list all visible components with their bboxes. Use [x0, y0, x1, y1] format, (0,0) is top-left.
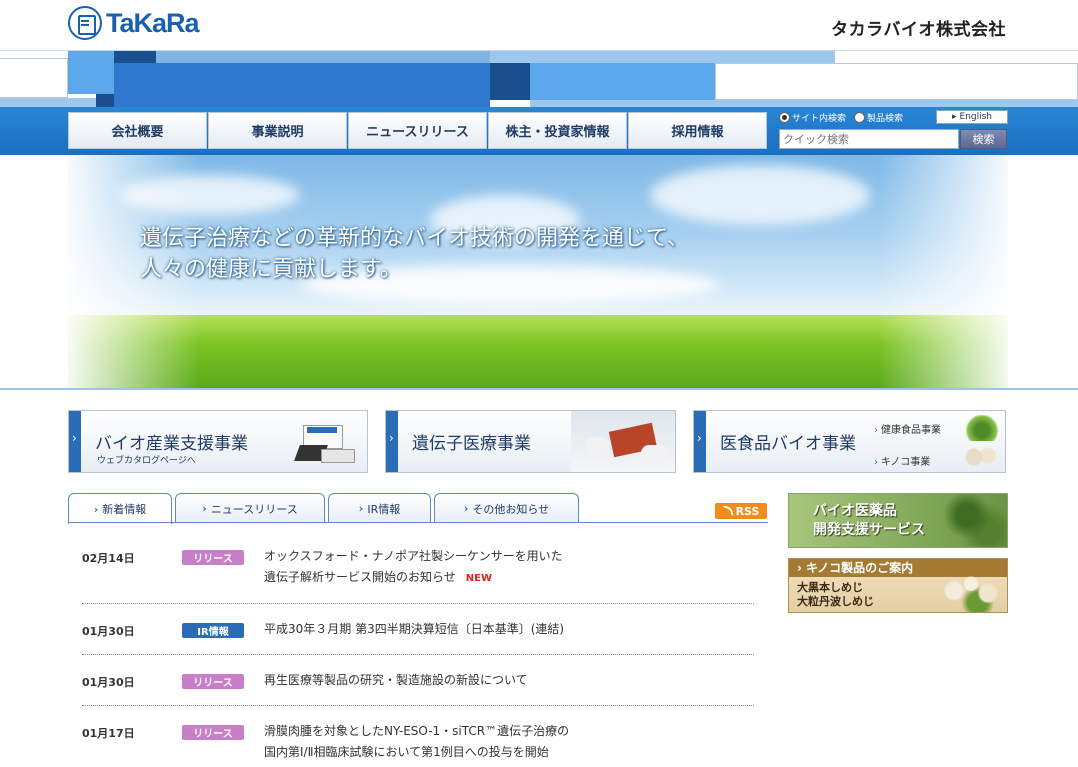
hero-line-2: 人々の健康に貢献します。 — [140, 257, 402, 282]
bio-industry-banner[interactable]: バイオ産業支援事業 ウェブカタログページへ — [68, 410, 368, 473]
mushroom-products-banner[interactable]: › キノコ製品のご案内 大黒本しめじ 大粒丹波しめじ — [788, 558, 1008, 613]
product-search-label: 製品検索 — [867, 113, 904, 124]
biopharma-service-banner[interactable]: バイオ医薬品 開発支援サービス — [788, 493, 1008, 548]
news-badge: リリース — [182, 674, 244, 689]
list-item[interactable]: 01月17日 リリース 滑膜肉腫を対象としたNY-ESO-1・siTCR™遺伝子… — [82, 706, 754, 762]
english-link[interactable]: ▸ English — [936, 110, 1008, 124]
banner-title: 遺伝子医療事業 — [412, 434, 531, 454]
hero-grass — [68, 315, 1008, 388]
tab-other[interactable]: その他お知らせ — [434, 493, 579, 523]
news-date: 01月17日 — [82, 727, 135, 740]
tab-news-release[interactable]: ニュースリリース — [175, 493, 325, 523]
nav-company-overview[interactable]: 会社概要 — [68, 112, 207, 149]
mushroom-line-1: 大黒本しめじ — [797, 581, 863, 594]
chevron-right-icon: › — [797, 561, 802, 575]
takara-seal-icon — [68, 6, 102, 40]
news-date: 01月30日 — [82, 625, 135, 638]
company-name: タカラバイオ株式会社 — [831, 20, 1006, 40]
news-tabs: 新着情報 ニュースリリース IR情報 その他お知らせ — [68, 493, 582, 524]
tab-divider — [68, 522, 768, 523]
news-title[interactable]: オックスフォード・ナノポア社製シーケンサーを用いた 遺伝子解析サービス開始のお知… — [264, 546, 563, 589]
news-badge: リリース — [182, 725, 244, 740]
header-mosaic — [0, 50, 1078, 108]
news-title-line-1: 滑膜肉腫を対象としたNY-ESO-1・siTCR™遺伝子治療の — [264, 724, 570, 738]
header: TaKaRa タカラバイオ株式会社 — [0, 0, 1078, 50]
news-title-line-1: 再生医療等製品の研究・製造施設の新設について — [264, 673, 528, 687]
news-title-line-1: オックスフォード・ナノポア社製シーケンサーを用いた — [264, 549, 563, 563]
news-title[interactable]: 滑膜肉腫を対象としたNY-ESO-1・siTCR™遺伝子治療の 国内第Ⅰ/Ⅱ相臨… — [264, 721, 569, 763]
biopharma-banner-text: バイオ医薬品 開発支援サービス — [813, 502, 925, 540]
rss-button[interactable]: RSS — [715, 503, 767, 519]
list-item[interactable]: 01月30日 IR情報 平成30年３月期 第3四半期決算短信〔日本基準〕(連結) — [82, 604, 754, 655]
global-nav-bar: 会社概要 事業説明 ニュースリリース 株主・投資家情報 採用情報 サイト内検索 … — [0, 107, 1078, 155]
quick-search: サイト内検索 製品検索 ▸English 検索 — [779, 109, 1008, 149]
mushroom-image — [937, 565, 1005, 612]
banner-title: 医食品バイオ事業 — [720, 434, 856, 454]
mushroom-line-2: 大粒丹波しめじ — [797, 595, 874, 608]
arrow-right-icon: ▸ — [951, 112, 957, 122]
hero-message: 遺伝子治療などの革新的なバイオ技術の開発を通じて、 人々の健康に貢献します。 — [140, 223, 689, 285]
news-title[interactable]: 平成30年３月期 第3四半期決算短信〔日本基準〕(連結) — [264, 619, 564, 640]
tab-latest[interactable]: 新着情報 — [68, 493, 172, 524]
site-search-label: サイト内検索 — [792, 113, 847, 124]
new-badge: NEW — [465, 573, 492, 584]
logo-text: TaKaRa — [106, 7, 200, 38]
food-bio-banner[interactable]: 医食品バイオ事業 健康食品事業 キノコ事業 — [693, 410, 1006, 473]
banner-title: バイオ産業支援事業 — [95, 434, 248, 454]
banner-subtitle: ウェブカタログページへ — [97, 456, 196, 466]
search-button[interactable]: 検索 — [960, 129, 1007, 149]
nav-news-release[interactable]: ニュースリリース — [348, 112, 487, 149]
news-title[interactable]: 再生医療等製品の研究・製造施設の新設について — [264, 670, 528, 691]
mushroom-link[interactable]: キノコ事業 — [874, 453, 930, 468]
takara-logo[interactable]: TaKaRa — [68, 6, 200, 40]
news-badge: リリース — [182, 550, 244, 565]
biopharma-line-2: 開発支援サービス — [813, 522, 925, 538]
plant-image — [939, 494, 1007, 547]
nav-recruit[interactable]: 採用情報 — [628, 112, 767, 149]
news-title-line-1: 平成30年３月期 第3四半期決算短信〔日本基準〕(連結) — [264, 622, 565, 636]
product-search-radio[interactable] — [854, 111, 866, 123]
mushroom-banner-title: キノコ製品のご案内 — [805, 561, 914, 575]
gene-medicine-banner[interactable]: 遺伝子医療事業 — [385, 410, 676, 473]
global-nav: 会社概要 事業説明 ニュースリリース 株主・投資家情報 採用情報 — [68, 112, 768, 149]
sequencer-device-image — [294, 419, 357, 465]
news-date: 01月30日 — [82, 676, 135, 689]
news-title-line-2: 国内第Ⅰ/Ⅱ相臨床試験において第1例目への投与を開始 — [264, 745, 549, 759]
mushroom-image — [962, 445, 1002, 469]
site-search-radio[interactable] — [779, 111, 790, 123]
list-item[interactable]: 02月14日 リリース オックスフォード・ナノポア社製シーケンサーを用いた 遺伝… — [82, 540, 754, 604]
tab-ir[interactable]: IR情報 — [328, 493, 431, 523]
mushroom-banner-body: 大黒本しめじ 大粒丹波しめじ — [797, 581, 874, 609]
nav-business[interactable]: 事業説明 — [208, 112, 347, 149]
biopharma-line-1: バイオ医薬品 — [813, 503, 897, 519]
search-input[interactable] — [779, 129, 959, 149]
lab-work-image — [571, 411, 675, 472]
rss-label: RSS — [735, 504, 760, 518]
news-list: 02月14日 リリース オックスフォード・ナノポア社製シーケンサーを用いた 遺伝… — [82, 540, 754, 762]
news-title-line-2: 遺伝子解析サービス開始のお知らせ — [264, 570, 456, 584]
hero-visual: 遺伝子治療などの革新的なバイオ技術の開発を通じて、 人々の健康に貢献します。 — [0, 155, 1078, 390]
chevron-right-icon — [69, 411, 81, 472]
english-label: English — [959, 112, 993, 122]
news-badge: IR情報 — [182, 623, 244, 638]
nav-investor[interactable]: 株主・投資家情報 — [488, 112, 627, 149]
herb-image — [964, 415, 1000, 441]
chevron-right-icon — [386, 411, 398, 472]
health-food-link[interactable]: 健康食品事業 — [874, 421, 941, 436]
news-date: 02月14日 — [82, 552, 135, 565]
chevron-right-icon — [694, 411, 706, 472]
list-item[interactable]: 01月30日 リリース 再生医療等製品の研究・製造施設の新設について — [82, 655, 754, 706]
hero-line-1: 遺伝子治療などの革新的なバイオ技術の開発を通じて、 — [140, 226, 689, 251]
